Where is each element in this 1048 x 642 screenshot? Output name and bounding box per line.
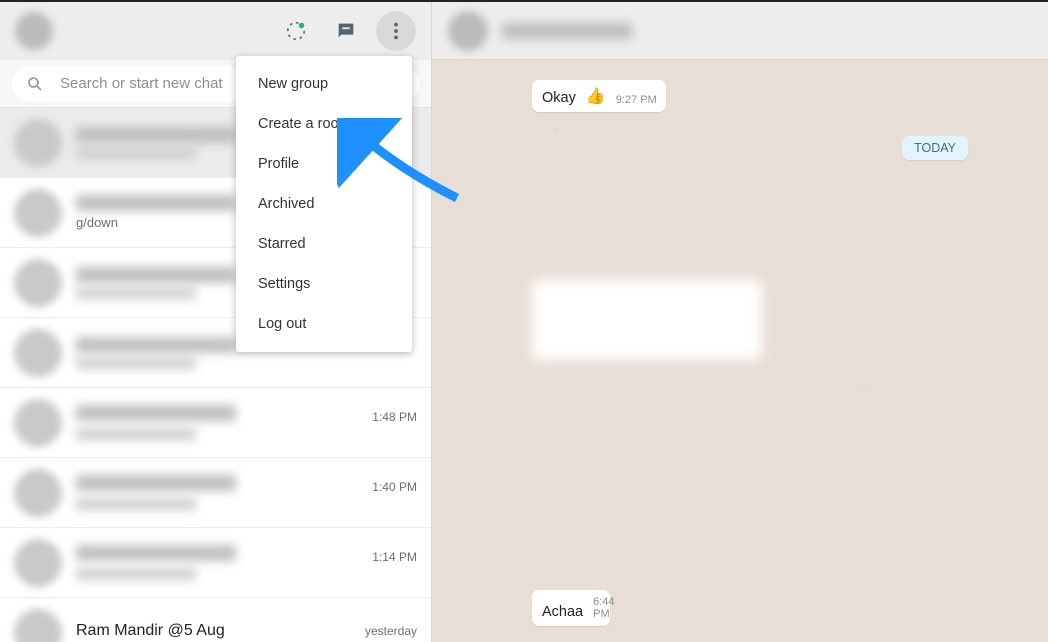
menu-icon[interactable] bbox=[376, 11, 416, 51]
chat-name bbox=[76, 195, 236, 211]
chat-name bbox=[76, 267, 236, 283]
right-pane: Okay 👍 9:27 PM TODAY Achaa 6:44 PM bbox=[432, 2, 1048, 642]
chat-preview bbox=[76, 287, 196, 299]
chat-avatar[interactable] bbox=[14, 469, 62, 517]
thumbs-up-icon: 👍 bbox=[586, 86, 606, 106]
menu-item-new-group[interactable]: New group bbox=[236, 64, 412, 104]
my-avatar[interactable] bbox=[15, 12, 53, 50]
chat-name: Ram Mandir @5 Aug bbox=[76, 622, 365, 640]
dropdown-menu: New groupCreate a roomProfileArchivedSta… bbox=[236, 56, 412, 352]
chat-avatar[interactable] bbox=[14, 189, 62, 237]
menu-item-archived[interactable]: Archived bbox=[236, 184, 412, 224]
left-header bbox=[0, 2, 431, 60]
chat-preview bbox=[76, 357, 196, 369]
chat-avatar[interactable] bbox=[14, 259, 62, 307]
message-text: Achaa bbox=[542, 604, 583, 620]
chat-name bbox=[76, 127, 236, 143]
menu-item-log-out[interactable]: Log out bbox=[236, 304, 412, 344]
chat-preview bbox=[76, 147, 196, 159]
chat-time: yesterday bbox=[365, 624, 417, 638]
chat-name bbox=[76, 405, 236, 421]
message-time: 6:44 PM bbox=[593, 596, 614, 620]
menu-item-create-a-room[interactable]: Create a room bbox=[236, 104, 412, 144]
chat-item[interactable]: Ram Mandir @5 Augyesterday bbox=[0, 598, 431, 642]
chat-item[interactable]: 1:14 PM bbox=[0, 528, 431, 598]
message-bubble[interactable]: Achaa 6:44 PM bbox=[532, 590, 610, 626]
chat-preview bbox=[76, 498, 196, 510]
message-text: Okay bbox=[542, 90, 576, 106]
chat-avatar[interactable] bbox=[14, 329, 62, 377]
chat-preview bbox=[76, 428, 196, 440]
day-chip: TODAY bbox=[902, 136, 968, 160]
chat-item[interactable]: 1:48 PM bbox=[0, 388, 431, 458]
chat-time: 1:48 PM bbox=[372, 410, 417, 424]
chat-header-title bbox=[502, 23, 632, 39]
menu-item-profile[interactable]: Profile bbox=[236, 144, 412, 184]
message-bubble-blurred[interactable] bbox=[532, 280, 762, 360]
chat-avatar[interactable] bbox=[14, 609, 62, 642]
chat-name bbox=[76, 545, 236, 561]
chat-time: 1:14 PM bbox=[372, 550, 417, 564]
chat-avatar[interactable] bbox=[14, 539, 62, 587]
menu-item-settings[interactable]: Settings bbox=[236, 264, 412, 304]
search-icon bbox=[26, 75, 44, 93]
chat-header[interactable] bbox=[432, 2, 1048, 60]
chat-time: 1:40 PM bbox=[372, 480, 417, 494]
chat-preview bbox=[76, 568, 196, 580]
chat-name bbox=[76, 475, 236, 491]
chat-avatar[interactable] bbox=[14, 399, 62, 447]
menu-item-starred[interactable]: Starred bbox=[236, 224, 412, 264]
chat-canvas: Okay 👍 9:27 PM TODAY Achaa 6:44 PM bbox=[432, 60, 1048, 642]
status-icon[interactable] bbox=[276, 11, 316, 51]
chat-item[interactable]: 1:40 PM bbox=[0, 458, 431, 528]
chat-avatar[interactable] bbox=[14, 119, 62, 167]
chat-name bbox=[76, 337, 236, 353]
message-time: 9:27 PM bbox=[616, 94, 657, 106]
chat-header-avatar[interactable] bbox=[448, 11, 488, 51]
new-chat-icon[interactable] bbox=[326, 11, 366, 51]
message-bubble[interactable]: Okay 👍 9:27 PM bbox=[532, 80, 666, 112]
